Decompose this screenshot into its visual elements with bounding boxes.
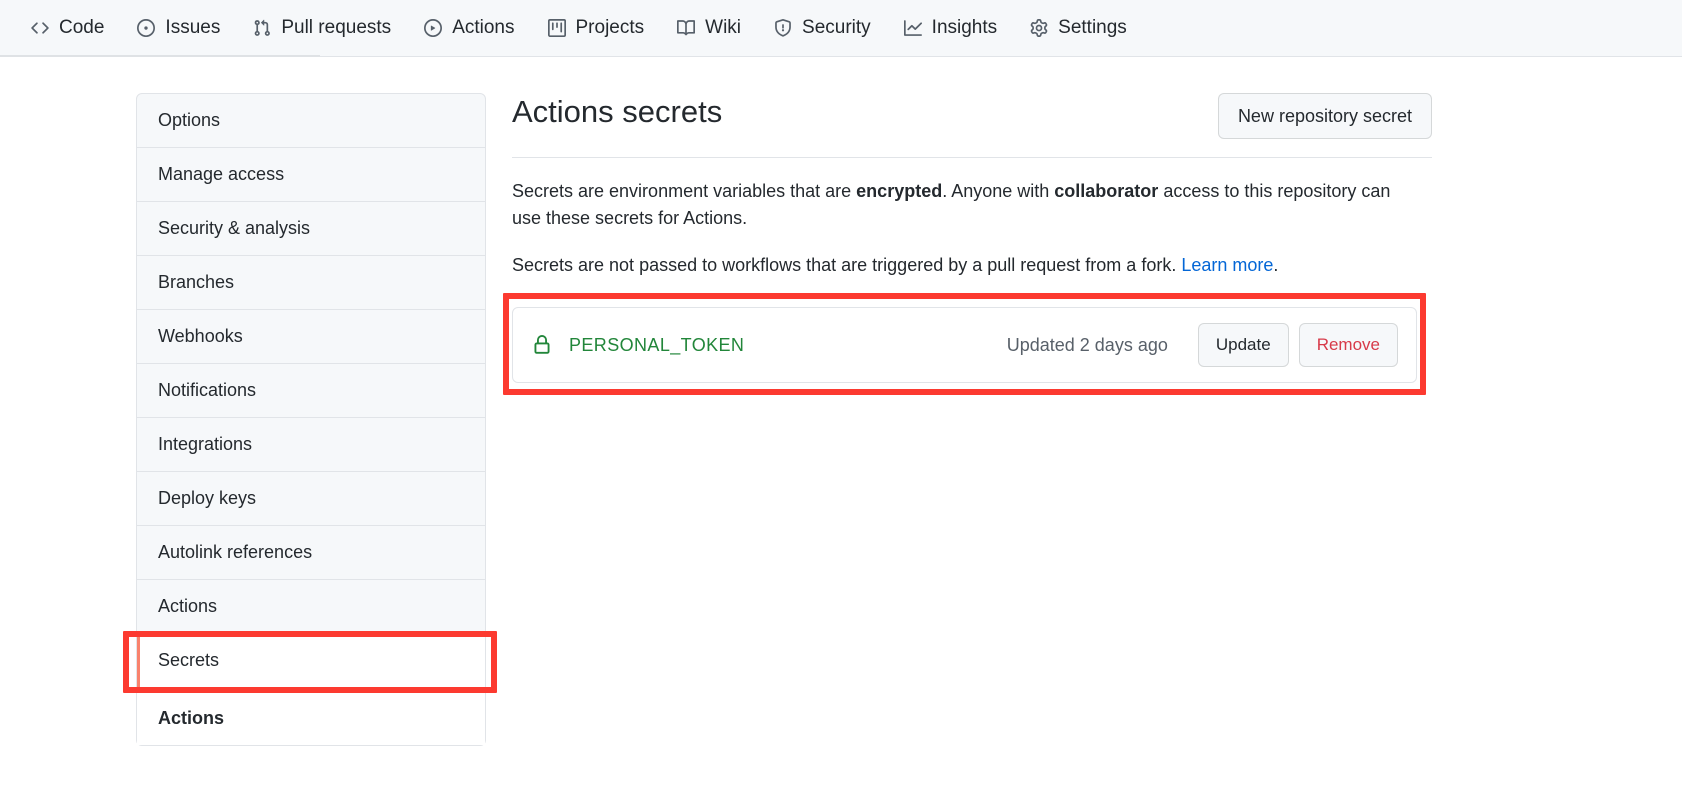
git-pull-request-icon [252,18,272,38]
desc-part-1: Secrets are environment variables that a… [512,181,857,201]
secrets-description-2: Secrets are not passed to workflows that… [512,252,1392,279]
secret-actions: Update Remove [1197,323,1398,367]
sidebar-item-label: Actions [158,596,218,616]
sidebar-item-security-analysis[interactable]: Security & analysis [137,202,485,256]
nav-item-insights[interactable]: Insights [887,0,1013,56]
settings-menu: Options Manage access Security & analysi… [136,93,486,746]
nav-item-label: Projects [575,17,645,38]
secret-updated-timestamp: Updated 2 days ago [1006,334,1168,355]
repo-nav: Code Issues Pull requests Actions Projec… [0,0,1682,57]
sidebar-item-label: Manage access [158,164,285,184]
main-content: Actions secrets New repository secret Se… [503,93,1432,746]
sidebar-item-label: Integrations [158,434,253,454]
sidebar-item-actions[interactable]: Actions [137,580,485,634]
secret-name[interactable]: PERSONAL_TOKEN [569,335,991,356]
main-header: Actions secrets New repository secret [512,93,1432,158]
settings-sidebar: Options Manage access Security & analysi… [123,93,497,746]
nav-item-settings[interactable]: Settings [1013,0,1143,56]
nav-item-issues[interactable]: Issues [120,0,236,56]
sidebar-item-label: Secrets [158,650,220,670]
nav-item-actions[interactable]: Actions [407,0,530,56]
secrets-description-1: Secrets are environment variables that a… [512,178,1392,232]
sidebar-item-branches[interactable]: Branches [137,256,485,310]
nav-item-label: Settings [1058,17,1127,38]
nav-item-label: Security [802,17,871,38]
sidebar-item-secrets[interactable]: Secrets [137,634,485,688]
sidebar-item-deploy-keys[interactable]: Deploy keys [137,472,485,526]
desc-bold-encrypted: encrypted [856,181,943,201]
remove-secret-button[interactable]: Remove [1298,323,1398,367]
learn-more-link[interactable]: Learn more [1181,255,1273,275]
nav-item-label: Actions [452,17,515,38]
graph-icon [903,18,923,38]
nav-item-projects[interactable]: Projects [531,0,661,56]
nav-item-label: Pull requests [281,17,392,38]
sidebar-item-integrations[interactable]: Integrations [137,418,485,472]
sidebar-item-label: Deploy keys [158,488,257,508]
nav-item-wiki[interactable]: Wiki [660,0,757,56]
sidebar-item-label: Security & analysis [158,218,311,238]
nav-item-code[interactable]: Code [14,0,120,56]
secrets-list-wrapper: PERSONAL_TOKEN Updated 2 days ago Update… [503,293,1426,395]
sidebar-item-autolink-references[interactable]: Autolink references [137,526,485,580]
desc-fork-text: Secrets are not passed to workflows that… [512,255,1182,275]
page-title: Actions secrets [512,94,723,129]
sidebar-item-webhooks[interactable]: Webhooks [137,310,485,364]
secrets-list: PERSONAL_TOKEN Updated 2 days ago Update… [512,307,1417,383]
lock-icon [531,334,553,356]
table-row: PERSONAL_TOKEN Updated 2 days ago Update… [513,308,1416,382]
nav-item-label: Issues [165,17,221,38]
nav-item-label: Code [59,17,105,38]
nav-item-label: Wiki [705,17,742,38]
sidebar-item-options[interactable]: Options [137,94,485,148]
sidebar-item-label: Notifications [158,380,257,400]
desc-fork-suffix: . [1273,255,1279,275]
sidebar-section-heading-actions: Actions [137,688,485,745]
sidebar-item-manage-access[interactable]: Manage access [137,148,485,202]
nav-item-pull-requests[interactable]: Pull requests [236,0,407,56]
nav-item-security[interactable]: Security [757,0,887,56]
sidebar-item-notifications[interactable]: Notifications [137,364,485,418]
gear-icon [1029,18,1049,38]
issue-opened-icon [136,18,156,38]
nav-item-label: Insights [931,17,998,38]
book-icon [676,18,696,38]
page-body: Options Manage access Security & analysi… [0,57,1682,746]
update-secret-button[interactable]: Update [1197,323,1289,367]
sidebar-item-label: Options [158,110,221,130]
sidebar-item-label: Webhooks [158,326,243,346]
sidebar-item-label: Branches [158,272,235,292]
project-icon [547,18,567,38]
play-icon [423,18,443,38]
code-icon [30,18,50,38]
sidebar-item-label: Autolink references [158,542,313,562]
new-repository-secret-button[interactable]: New repository secret [1217,93,1432,139]
desc-bold-collaborator: collaborator [1054,181,1159,201]
shield-icon [773,18,793,38]
desc-part-2: . Anyone with [942,181,1055,201]
